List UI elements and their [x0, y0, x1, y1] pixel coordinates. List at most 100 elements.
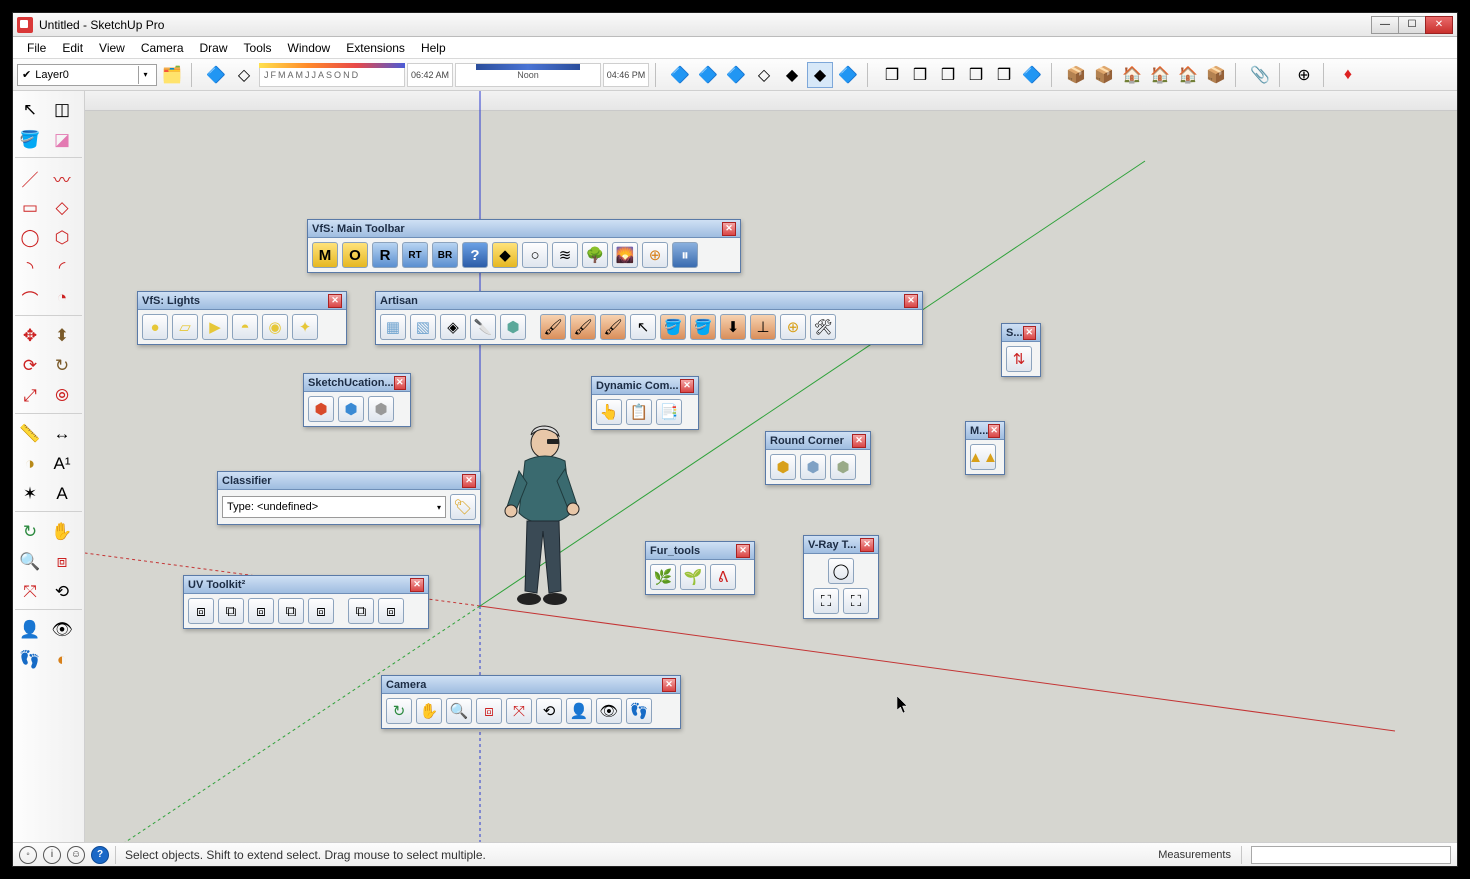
panel-header[interactable]: VfS: Lights✕ — [138, 292, 346, 310]
vray-region2-icon[interactable]: ⛶ — [843, 588, 869, 614]
view-iso-icon[interactable]: 🔷 — [667, 62, 693, 88]
view-perspective-icon[interactable]: 🔷 — [835, 62, 861, 88]
vray-target-icon[interactable]: ⊕ — [642, 242, 668, 268]
menu-extensions[interactable]: Extensions — [338, 39, 413, 57]
cam-orbit-icon[interactable]: ↻ — [386, 698, 412, 724]
cam-walk-icon[interactable]: 👣 — [626, 698, 652, 724]
artisan-paint2-icon[interactable]: 🪣 — [690, 314, 716, 340]
warehouse-get-icon[interactable]: 📦 — [1063, 62, 1089, 88]
zoom-window-icon[interactable]: ⧈ — [47, 548, 77, 576]
panel-uv-toolkit[interactable]: UV Toolkit²✕ ⧈ ⧉ ⧈ ⧉ ⧈ ⧉ ⧈ — [183, 575, 429, 629]
menu-window[interactable]: Window — [280, 39, 339, 57]
rotated-rect-tool-icon[interactable]: ◇ — [47, 194, 77, 222]
polygon-tool-icon[interactable]: ⬡ — [47, 224, 77, 252]
style-wireframe-icon[interactable]: ❒ — [879, 62, 905, 88]
rc-sharp-icon[interactable]: ⬢ — [800, 454, 826, 480]
vray-rt-icon[interactable]: RT — [402, 242, 428, 268]
panel-header[interactable]: Artisan✕ — [376, 292, 922, 310]
select-tool-icon[interactable]: ↖ — [15, 96, 45, 124]
vray-r-icon[interactable]: R — [372, 242, 398, 268]
fur-1-icon[interactable]: 🌿 — [650, 564, 676, 590]
vray-sphere2-icon[interactable]: ◯ — [828, 558, 854, 584]
panel-header[interactable]: V-Ray T...✕ — [804, 536, 878, 554]
light-ies-icon[interactable]: ✦ — [292, 314, 318, 340]
previous-view-icon[interactable]: ⟲ — [47, 578, 77, 606]
orbit-tool-icon[interactable]: ↻ — [15, 518, 45, 546]
panel-header[interactable]: SketchUcation...✕ — [304, 374, 410, 392]
cam-prev-icon[interactable]: ⟲ — [536, 698, 562, 724]
measurements-input[interactable] — [1251, 846, 1451, 864]
ruby-icon[interactable]: ♦ — [1335, 62, 1361, 88]
style-textures-icon[interactable]: ❒ — [963, 62, 989, 88]
geo-location-icon[interactable]: ◦ — [19, 846, 37, 864]
zoom-extents-icon[interactable]: ⤧ — [15, 578, 45, 606]
s-tool-icon[interactable]: ⇅ — [1006, 346, 1032, 372]
pie-tool-icon[interactable]: ◔ — [47, 284, 77, 312]
vray-region1-icon[interactable]: ⛶ — [813, 588, 839, 614]
axes-tool-icon[interactable]: ✶ — [15, 480, 45, 508]
cam-zoom-window-icon[interactable]: ⧈ — [476, 698, 502, 724]
close-icon[interactable]: ✕ — [736, 544, 750, 558]
fur-2-icon[interactable]: 🌱 — [680, 564, 706, 590]
maximize-button[interactable]: ☐ — [1398, 16, 1426, 34]
panel-vfs-main[interactable]: VfS: Main Toolbar✕ M O R RT BR ? ◆ ○ ≋ 🌳… — [307, 219, 741, 273]
minimize-button[interactable]: — — [1371, 16, 1399, 34]
vray-env1-icon[interactable]: 🌳 — [582, 242, 608, 268]
vray-env2-icon[interactable]: 🌄 — [612, 242, 638, 268]
section-plane-icon[interactable]: ◐ — [47, 646, 77, 674]
light-rect-icon[interactable]: ▱ — [172, 314, 198, 340]
light-dome-icon[interactable]: ◓ — [232, 314, 258, 340]
close-icon[interactable]: ✕ — [410, 578, 424, 592]
pan-tool-icon[interactable]: ✋ — [47, 518, 77, 546]
panel-header[interactable]: S...✕ — [1002, 324, 1040, 342]
dc-options-icon[interactable]: 📋 — [626, 399, 652, 425]
cam-zoom-icon[interactable]: 🔍 — [446, 698, 472, 724]
artisan-brush2-icon[interactable]: 🖌 — [570, 314, 596, 340]
follow-me-icon[interactable]: ↻ — [47, 352, 77, 380]
rc-round-icon[interactable]: ⬢ — [770, 454, 796, 480]
view-back-icon[interactable]: ◆ — [779, 62, 805, 88]
artisan-compass-icon[interactable]: ⊕ — [780, 314, 806, 340]
box-icon[interactable]: 📦 — [1203, 62, 1229, 88]
view-front-icon[interactable]: 🔷 — [723, 62, 749, 88]
rc-bevel-icon[interactable]: ⬢ — [830, 454, 856, 480]
close-icon[interactable]: ✕ — [904, 294, 918, 308]
artisan-brush1-icon[interactable]: 🖌 — [540, 314, 566, 340]
user-icon[interactable]: ☺ — [67, 846, 85, 864]
panel-artisan[interactable]: Artisan✕ ▦ ▧ ◈ 🔪 ⬢ 🖌 🖌 🖌 ↖ 🪣 🪣 ⬇ ⊥ — [375, 291, 923, 345]
uv-2-icon[interactable]: ⧉ — [218, 598, 244, 624]
panel-dynamic[interactable]: Dynamic Com...✕ 👆 📋 📑 — [591, 376, 699, 430]
compass-icon[interactable]: ⊕ — [1291, 62, 1317, 88]
arc-tool-icon[interactable]: ◝ — [15, 254, 45, 282]
artisan-paint1-icon[interactable]: 🪣 — [660, 314, 686, 340]
uv-5-icon[interactable]: ⧈ — [308, 598, 334, 624]
line-tool-icon[interactable]: ／ — [15, 164, 45, 192]
date-slider[interactable]: J F M A M J J A S O N D — [259, 63, 405, 87]
look-around-icon[interactable]: 👁 — [47, 616, 77, 644]
layer-select[interactable]: ✔ Layer0 ▾ — [17, 64, 157, 86]
artisan-brush3-icon[interactable]: 🖌 — [600, 314, 626, 340]
menu-camera[interactable]: Camera — [133, 39, 192, 57]
artisan-settings-icon[interactable]: 🛠 — [810, 314, 836, 340]
move-tool-icon[interactable]: ✥ — [15, 322, 45, 350]
component2-icon[interactable]: 🏠 — [1147, 62, 1173, 88]
panel-header[interactable]: Dynamic Com...✕ — [592, 377, 698, 395]
layer-manager-icon[interactable]: 🗂️ — [159, 62, 185, 88]
view-left-icon[interactable]: ◆ — [807, 62, 833, 88]
close-icon[interactable]: ✕ — [680, 379, 694, 393]
panel-camera[interactable]: Camera✕ ↻ ✋ 🔍 ⧈ ⤧ ⟲ 👤 👁 👣 — [381, 675, 681, 729]
component-icon[interactable]: 🏠 — [1119, 62, 1145, 88]
cam-pan-icon[interactable]: ✋ — [416, 698, 442, 724]
panel-vfs-lights[interactable]: VfS: Lights✕ ● ▱ ▶ ◓ ◉ ✦ — [137, 291, 347, 345]
paint-bucket-icon[interactable]: 🪣 — [15, 126, 45, 154]
panel-header[interactable]: UV Toolkit²✕ — [184, 576, 428, 594]
eraser-icon[interactable]: ◪ — [47, 126, 77, 154]
close-icon[interactable]: ✕ — [860, 538, 874, 552]
style-hidden-icon[interactable]: ❒ — [907, 62, 933, 88]
scf-store-icon[interactable]: ⬢ — [308, 396, 334, 422]
extension-icon[interactable]: 📎 — [1247, 62, 1273, 88]
view-top-icon[interactable]: 🔷 — [695, 62, 721, 88]
dc-attributes-icon[interactable]: 📑 — [656, 399, 682, 425]
scf-manager-icon[interactable]: ⬢ — [338, 396, 364, 422]
3dtext-tool-icon[interactable]: A — [47, 480, 77, 508]
